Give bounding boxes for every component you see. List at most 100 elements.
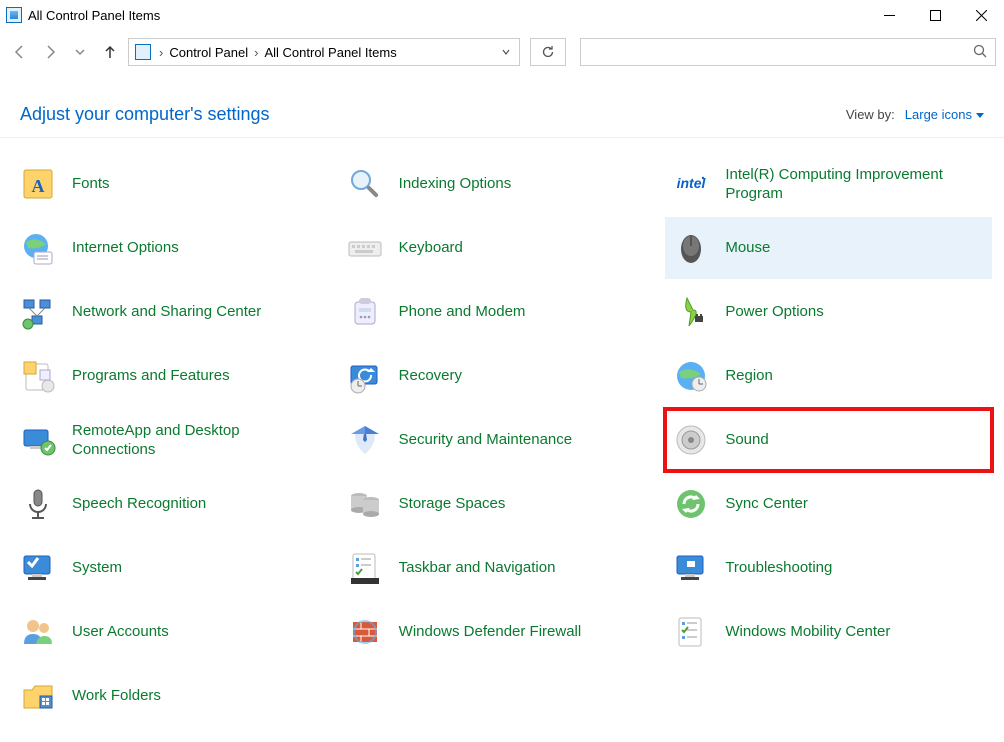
svg-text:A: A [32,176,45,196]
back-button[interactable] [8,40,32,64]
breadcrumb[interactable]: All Control Panel Items [260,45,400,60]
address-dropdown[interactable] [493,45,519,60]
refresh-button[interactable] [530,38,566,66]
cpl-item-sound[interactable]: Sound [665,409,992,471]
cpl-item-label: Internet Options [72,238,189,258]
cpl-item-fonts[interactable]: A Fonts [12,153,339,215]
cpl-item-label: Sound [725,430,778,450]
speech-icon [18,484,58,524]
address-icon [135,44,151,60]
cpl-item-label: Work Folders [72,686,171,706]
fonts-icon: A [18,164,58,204]
page-title: Adjust your computer's settings [20,104,270,125]
cpl-item-phone[interactable]: Phone and Modem [339,281,666,343]
cpl-item-system[interactable]: System [12,537,339,599]
sound-icon [671,420,711,460]
cpl-item-label: Taskbar and Navigation [399,558,566,578]
cpl-item-taskbar[interactable]: Taskbar and Navigation [339,537,666,599]
cpl-item-sync[interactable]: Sync Center [665,473,992,535]
cpl-item-label: Indexing Options [399,174,522,194]
cpl-item-label: Windows Mobility Center [725,622,900,642]
view-by-value: Large icons [905,107,972,122]
cpl-item-label: Keyboard [399,238,473,258]
cpl-item-power[interactable]: Power Options [665,281,992,343]
cpl-item-label: Phone and Modem [399,302,536,322]
recovery-icon [345,356,385,396]
phone-icon [345,292,385,332]
titlebar: All Control Panel Items [0,0,1004,30]
items-grid: A Fonts Indexing Options intelIntel(R) Comp… [0,138,1004,742]
cpl-item-keyboard[interactable]: Keyboard [339,217,666,279]
cpl-item-programs[interactable]: Programs and Features [12,345,339,407]
firewall-icon [345,612,385,652]
cpl-item-label: Region [725,366,783,386]
cpl-item-label: User Accounts [72,622,179,642]
cpl-item-region[interactable]: Region [665,345,992,407]
chevron-right-icon: › [157,45,165,60]
system-icon [18,548,58,588]
mouse-icon [671,228,711,268]
cpl-item-label: Mouse [725,238,780,258]
remote-icon [18,420,58,460]
security-icon [345,420,385,460]
trouble-icon [671,548,711,588]
cpl-item-indexing[interactable]: Indexing Options [339,153,666,215]
cpl-item-users[interactable]: User Accounts [12,601,339,663]
cpl-item-label: System [72,558,132,578]
view-by-label: View by: [846,107,895,122]
cpl-item-intel[interactable]: intelIntel(R) Computing Improvement Prog… [665,153,992,215]
cpl-item-label: Security and Maintenance [399,430,582,450]
cpl-item-label: Troubleshooting [725,558,842,578]
users-icon [18,612,58,652]
taskbar-icon [345,548,385,588]
maximize-button[interactable] [912,0,958,30]
cpl-item-label: Storage Spaces [399,494,516,514]
breadcrumb[interactable]: Control Panel [165,45,252,60]
cpl-item-network[interactable]: Network and Sharing Center [12,281,339,343]
minimize-button[interactable] [866,0,912,30]
cpl-item-firewall[interactable]: Windows Defender Firewall [339,601,666,663]
forward-button[interactable] [38,40,62,64]
cpl-item-recovery[interactable]: Recovery [339,345,666,407]
sync-icon [671,484,711,524]
mobility-icon [671,612,711,652]
window-title: All Control Panel Items [28,8,160,23]
inet-icon [18,228,58,268]
cpl-item-label: Network and Sharing Center [72,302,271,322]
cpl-item-trouble[interactable]: Troubleshooting [665,537,992,599]
search-input[interactable] [581,44,973,61]
cpl-item-label: Sync Center [725,494,818,514]
keyboard-icon [345,228,385,268]
cpl-item-storage[interactable]: Storage Spaces [339,473,666,535]
view-by-dropdown[interactable]: Large icons [905,107,984,122]
cpl-item-inet[interactable]: Internet Options [12,217,339,279]
region-icon [671,356,711,396]
cpl-item-label: Recovery [399,366,472,386]
network-icon [18,292,58,332]
power-icon [671,292,711,332]
navbar: › Control Panel › All Control Panel Item… [0,30,1004,74]
cpl-item-label: RemoteApp and Desktop Connections [72,421,333,460]
up-button[interactable] [98,40,122,64]
intel-icon: intel [671,164,711,204]
storage-icon [345,484,385,524]
indexing-icon [345,164,385,204]
cpl-item-speech[interactable]: Speech Recognition [12,473,339,535]
header-row: Adjust your computer's settings View by:… [0,74,1004,138]
cpl-item-label: Speech Recognition [72,494,216,514]
cpl-item-remote[interactable]: RemoteApp and Desktop Connections [12,409,339,471]
cpl-item-label: Windows Defender Firewall [399,622,592,642]
close-button[interactable] [958,0,1004,30]
search-box[interactable] [580,38,996,66]
cpl-item-mouse[interactable]: Mouse [665,217,992,279]
cpl-item-security[interactable]: Security and Maintenance [339,409,666,471]
search-icon[interactable] [973,44,987,61]
cpl-item-label: Power Options [725,302,833,322]
app-icon [6,7,22,23]
recent-dropdown[interactable] [68,40,92,64]
cpl-item-mobility[interactable]: Windows Mobility Center [665,601,992,663]
cpl-item-label: Fonts [72,174,120,194]
chevron-right-icon: › [252,45,260,60]
cpl-item-workfolders[interactable]: Work Folders [12,665,339,727]
address-bar[interactable]: › Control Panel › All Control Panel Item… [128,38,520,66]
